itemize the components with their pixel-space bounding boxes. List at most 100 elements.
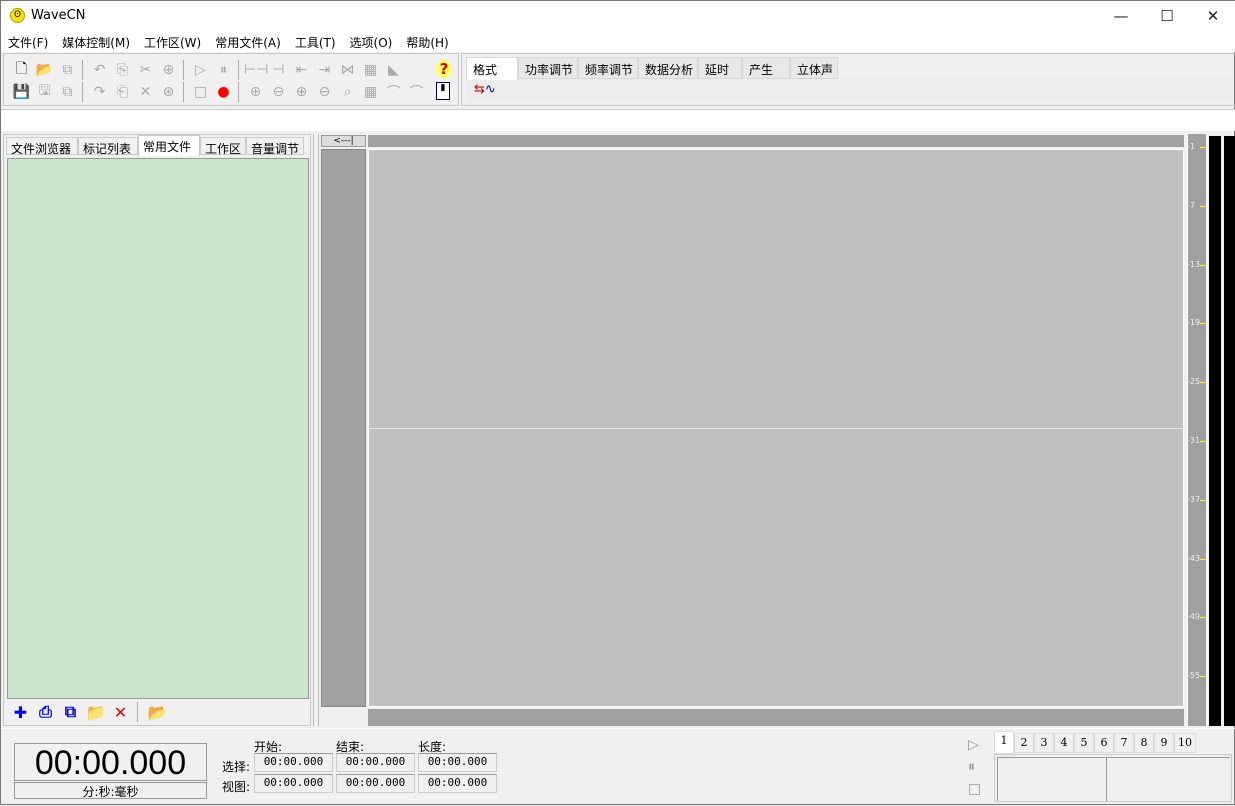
ribbon-tab-3[interactable]: 数据分析 (638, 57, 698, 79)
menu-1[interactable]: 媒体控制(M) (55, 31, 137, 51)
copy-file-icon[interactable]: ⧉ (58, 702, 83, 722)
scale-tick: -49 (1186, 612, 1206, 622)
player-tab-9[interactable]: 9 (1154, 733, 1174, 753)
pause-icon[interactable]: ⏸ (212, 62, 235, 78)
copy-icon[interactable]: ⎗ (111, 84, 134, 100)
menu-2[interactable]: 工作区(W) (137, 31, 208, 51)
status-panel: 00:00.000 分:秒:毫秒 开始: 结束: 长度: 选择: 00:00.000 00… (1, 728, 1235, 806)
select-region-icon[interactable]: ▦ (359, 62, 382, 78)
select-end-icon[interactable]: ⇥ (313, 62, 336, 78)
save-all-icon[interactable]: ⧉ (56, 84, 79, 100)
left-tab-3[interactable]: 工作区 (200, 137, 246, 156)
add-folder-icon[interactable]: 📁 (83, 703, 108, 722)
zoom-out-vertical-icon[interactable]: ⊖ (313, 84, 336, 100)
cut-icon[interactable]: ✂ (134, 62, 157, 78)
maximize-button[interactable]: ☐ (1144, 1, 1190, 31)
horizontal-overview-scrollbar[interactable] (368, 135, 1184, 147)
menu-6[interactable]: 帮助(H) (399, 31, 455, 51)
marker-icon[interactable]: ◣ (382, 62, 405, 78)
ribbon-tab-4[interactable]: 延时 (698, 57, 742, 79)
zoom-in-icon[interactable]: ⊕ (244, 84, 267, 100)
minimize-button[interactable]: — (1098, 1, 1144, 31)
player-tab-8[interactable]: 8 (1134, 733, 1154, 753)
player-tab-2[interactable]: 2 (1014, 733, 1034, 753)
back-button[interactable]: <---| (321, 135, 366, 147)
zoom-full-icon[interactable]: ⌕ (336, 84, 359, 100)
stop-icon[interactable]: □ (189, 84, 212, 100)
favorite-files-list[interactable] (7, 158, 309, 699)
add-file-icon[interactable]: ⎙ (33, 702, 58, 722)
audio-properties-icon[interactable]: ▮ (436, 82, 450, 100)
menu-5[interactable]: 选项(O) (343, 31, 400, 51)
copy-to-icon[interactable]: ⎘ (111, 62, 134, 78)
close-file-icon[interactable]: ⧉ (56, 62, 79, 78)
scale-tick: -31 (1186, 436, 1206, 446)
level-meter-right (1224, 136, 1235, 726)
left-tab-4[interactable]: 音量调节 (246, 137, 304, 156)
left-tab-0[interactable]: 文件浏览器 (6, 137, 78, 156)
undo-icon[interactable]: ↶ (88, 62, 111, 78)
player-stop-icon[interactable]: □ (968, 781, 981, 797)
help-icon[interactable]: ? (436, 60, 452, 78)
left-tab-1[interactable]: 标记列表 (78, 137, 138, 156)
play-icon[interactable]: ▷ (189, 62, 212, 78)
zoom-right-icon[interactable]: ⌒ (405, 82, 428, 102)
record-icon[interactable]: ● (212, 84, 235, 100)
horizontal-scrollbar[interactable] (368, 709, 1184, 726)
delete-icon[interactable]: ✕ (134, 84, 157, 100)
scale-tick: -1 (1186, 142, 1206, 152)
add-icon[interactable]: ✚ (8, 703, 33, 722)
wavecn-logo-icon: ʘ (10, 8, 25, 23)
player-tab-3[interactable]: 3 (1034, 733, 1054, 753)
zoom-selection-icon[interactable]: ▦ (359, 84, 382, 100)
select-start-icon[interactable]: ⇤ (290, 62, 313, 78)
player-tab-7[interactable]: 7 (1114, 733, 1134, 753)
time-field: 00:00.000 (336, 753, 415, 772)
scale-tick: -19 (1186, 318, 1206, 328)
scale-tick: -7 (1186, 201, 1206, 211)
scale-tick: -37 (1186, 495, 1206, 505)
player-tab-4[interactable]: 4 (1054, 733, 1074, 753)
player-slot-right (1106, 757, 1230, 801)
paste-mix-icon[interactable]: ⊛ (157, 84, 180, 100)
ribbon-tab-0[interactable]: 格式 (466, 57, 518, 80)
select-all-icon[interactable]: ⊢⊣ (244, 62, 268, 78)
save-icon[interactable]: 💾 (10, 84, 33, 100)
new-file-icon[interactable]: 🗋 (10, 58, 33, 82)
ribbon-tab-5[interactable]: 产生 (742, 57, 790, 79)
zoom-in-vertical-icon[interactable]: ⊕ (290, 84, 313, 100)
remove-icon[interactable]: ✕ (108, 703, 133, 722)
paste-new-icon[interactable]: ⊕ (157, 62, 180, 78)
zoom-out-icon[interactable]: ⊖ (267, 84, 290, 100)
open-checked-folder-icon[interactable]: 📂 (145, 703, 170, 722)
player-pause-icon[interactable]: ⏸ (968, 759, 975, 775)
ribbon-tab-6[interactable]: 立体声 (790, 57, 838, 79)
tick-mark (1200, 499, 1206, 501)
left-tab-2[interactable]: 常用文件 (138, 135, 200, 156)
select-view-icon[interactable]: ⊣ (267, 62, 290, 78)
menu-0[interactable]: 文件(F) (1, 31, 55, 51)
player-tab-5[interactable]: 5 (1074, 733, 1094, 753)
convert-format-icon[interactable]: ⇆∿ (474, 82, 496, 97)
main-toolbar: 🗋 📂 ⧉ ↶ ⎘ ✂ ⊕ ▷ ⏸ ⊢⊣ ⊣ ⇤ ⇥ ⋈ ▦ ◣ 💾 🖫 ⧉ ↷ ⎗ ✕ ⊛ □ ● ⊕ ⊖ ⊕ ⊖ ⌕ ▦ ⌒ ⌒ ? ▮ (3, 53, 459, 106)
close-button[interactable]: ✕ (1190, 1, 1235, 31)
ribbon-tab-1[interactable]: 功率调节 (518, 57, 578, 79)
scale-label: -31 (1187, 436, 1201, 445)
scale-tick: -55 (1186, 671, 1206, 681)
save-as-icon[interactable]: 🖫 (33, 80, 56, 104)
time-field: 00:00.000 (418, 753, 497, 772)
player-play-icon[interactable]: ▷ (968, 737, 979, 753)
player-tab-6[interactable]: 6 (1094, 733, 1114, 753)
open-folder-icon[interactable]: 📂 (33, 62, 56, 78)
waveform-area: <---| (319, 134, 1187, 726)
player-tab-1[interactable]: 1 (994, 731, 1014, 754)
zoom-left-icon[interactable]: ⌒ (382, 82, 405, 102)
player-tab-10[interactable]: 10 (1174, 733, 1196, 753)
tick-mark (1200, 441, 1206, 442)
menu-3[interactable]: 常用文件(A) (208, 31, 288, 51)
ribbon-tab-2[interactable]: 频率调节 (578, 57, 638, 79)
redo-icon[interactable]: ↷ (88, 84, 111, 100)
waveform-canvas[interactable] (368, 149, 1184, 707)
select-range-icon[interactable]: ⋈ (336, 62, 359, 78)
menu-4[interactable]: 工具(T) (288, 31, 343, 51)
